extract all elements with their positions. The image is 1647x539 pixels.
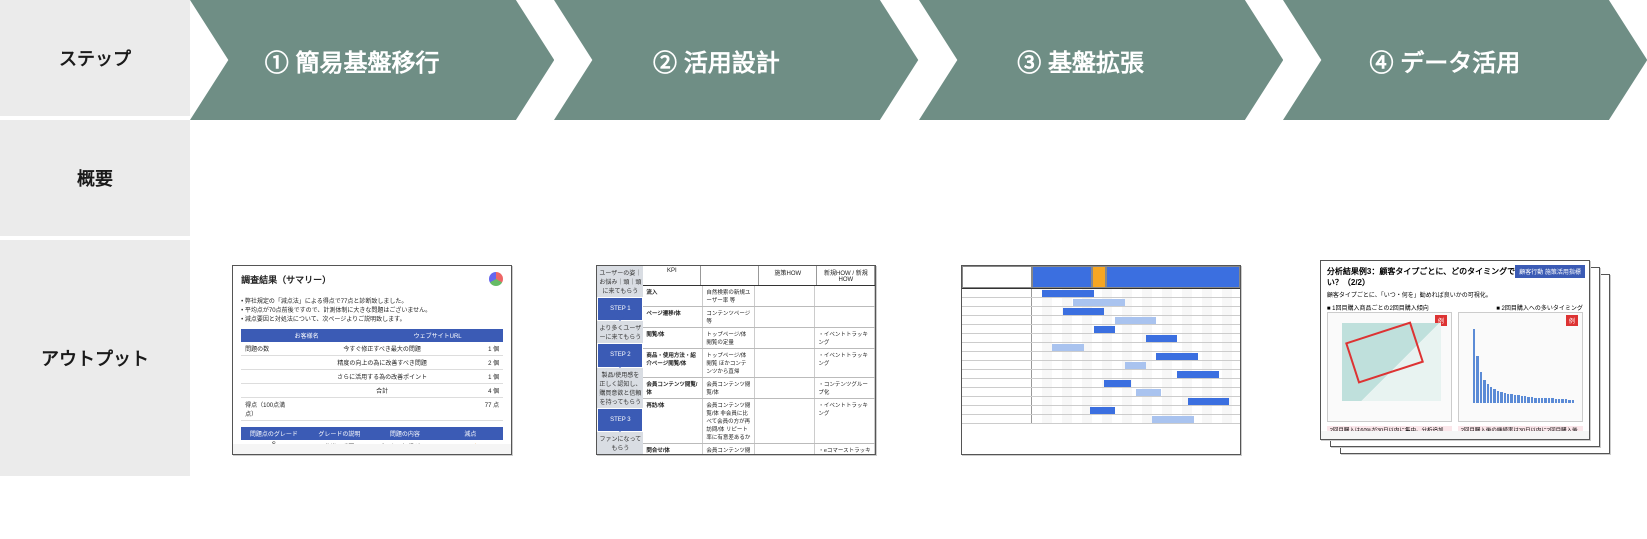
thumb2-right: KPI 施策HOW 新規HOW / 新規HOW 流入自然検索の新規ユーザー率 等… bbox=[643, 266, 875, 454]
thumb-summary: 調査結果（サマリー） 弊社規定の「減点法」による得点で77点と診断致しました。 … bbox=[232, 265, 512, 455]
thumb-analysis-stack: 顧客行動 施策活用指標 分析結果例3：顧客タイプごとに、どのタイミングで何を勧め… bbox=[1320, 260, 1610, 460]
step-4-text: ④ データ活用 bbox=[1370, 43, 1521, 78]
step-3-text: ③ 基盤拡張 bbox=[1017, 43, 1144, 78]
brand-logo-icon bbox=[489, 272, 503, 286]
thumb1-header-row: お客様名 ウェブサイトURL bbox=[241, 329, 503, 342]
thumb-analysis: 顧客行動 施策活用指標 分析結果例3：顧客タイプごとに、どのタイミングで何を勧め… bbox=[1320, 260, 1590, 440]
step3-box: STEP 3 bbox=[598, 409, 642, 431]
thumb4-subtitle: 顧客タイプごとに、「いつ・何を」勧めれば良いかの可視化。 bbox=[1327, 290, 1583, 299]
row-label-step-text: ステップ bbox=[59, 45, 131, 71]
output-cell-3 bbox=[919, 240, 1283, 480]
output-cell-2: ユーザーの姿｜お悩み｜頭｜頭に来てもらう STEP 1 より多くユーザーに来ても… bbox=[554, 240, 918, 480]
step-arrow-2: ② 活用設計 bbox=[554, 0, 918, 120]
thumb1-table: 問題の数今すぐ修正すべき最大の問題1 個 精度の向上の為に改善すべき問題2 個 … bbox=[241, 342, 503, 421]
thumb4-chartB-label: ■ 2回目購入への多いタイミング bbox=[1496, 303, 1583, 312]
step-2-text: ② 活用設計 bbox=[653, 43, 780, 78]
thumb4-heatmap: 例 bbox=[1327, 312, 1452, 422]
thumb2-leftcol: ユーザーの姿｜お悩み｜頭｜頭に来てもらう STEP 1 より多くユーザーに来ても… bbox=[597, 266, 643, 454]
row-label-step: ステップ bbox=[0, 0, 190, 120]
thumb4-header-badge: 顧客行動 施策活用指標 bbox=[1515, 265, 1585, 278]
overview-cell-4 bbox=[1283, 120, 1647, 240]
output-cell-4: 顧客行動 施策活用指標 分析結果例3：顧客タイプごとに、どのタイミングで何を勧め… bbox=[1283, 240, 1647, 480]
thumb1-grade-header: 問題点のグレード グレードの説明 問題の内容 減点 bbox=[241, 427, 503, 440]
gantt-top bbox=[962, 266, 1240, 288]
thumb1-title: 調査結果（サマリー） bbox=[241, 273, 331, 286]
row-label-output-text: アウトプット bbox=[41, 345, 149, 371]
step-arrow-4: ④ データ活用 bbox=[1283, 0, 1647, 120]
output-cell-1: 調査結果（サマリー） 弊社規定の「減点法」による得点で77点と診断致しました。 … bbox=[190, 240, 554, 480]
overview-cell-2 bbox=[554, 120, 918, 240]
thumb1-bullets: 弊社規定の「減点法」による得点で77点と診断致しました。 平均点が70点前後です… bbox=[241, 296, 503, 323]
step1-box: STEP 1 bbox=[598, 298, 642, 320]
step2-box: STEP 2 bbox=[598, 344, 642, 366]
overview-cell-1 bbox=[190, 120, 554, 240]
row-label-overview-text: 概要 bbox=[77, 165, 113, 191]
row-label-output: アウトプット bbox=[0, 240, 190, 480]
row-label-overview: 概要 bbox=[0, 120, 190, 240]
step-arrow-3: ③ 基盤拡張 bbox=[919, 0, 1283, 120]
thumb-gantt bbox=[961, 265, 1241, 455]
thumb-kpi: ユーザーの姿｜お悩み｜頭｜頭に来てもらう STEP 1 より多くユーザーに来ても… bbox=[596, 265, 876, 455]
overview-cell-3 bbox=[919, 120, 1283, 240]
step-arrow-1: ① 簡易基盤移行 bbox=[190, 0, 554, 120]
step-1-text: ① 簡易基盤移行 bbox=[265, 43, 440, 78]
thumb4-chartA-label: ■ 1回目購入商品ごとの2回目購入傾向 bbox=[1327, 303, 1429, 312]
thumb4-histogram: 例 bbox=[1458, 312, 1583, 422]
gantt-body bbox=[962, 288, 1240, 424]
